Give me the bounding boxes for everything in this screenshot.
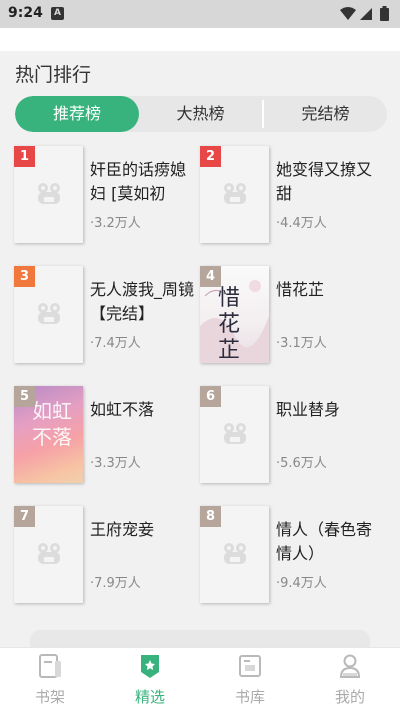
rank-badge: 7 xyxy=(14,506,35,527)
nav-library[interactable]: 书库 xyxy=(200,648,300,711)
rank-badge: 5 xyxy=(14,386,35,407)
nav-featured[interactable]: 精选 xyxy=(100,648,200,711)
rank-badge: 3 xyxy=(14,266,35,287)
nav-label: 书架 xyxy=(34,688,65,706)
book-title: 王府宠妾 xyxy=(90,520,155,539)
profile-icon xyxy=(339,654,361,678)
book-title: 无人渡我_周镜【完结】 xyxy=(90,280,195,323)
status-time: 9:24 xyxy=(8,5,43,21)
book-cover: 1 xyxy=(14,146,83,243)
book-cover-art: 如虹不落 5 xyxy=(14,386,83,483)
nav-label: 我的 xyxy=(334,688,365,706)
book-item-6[interactable]: 6 职业替身 ·5.6万人 xyxy=(200,386,382,486)
section-title: 热门排行 xyxy=(15,64,92,86)
book-cover: 7 xyxy=(14,506,83,603)
status-icons xyxy=(340,6,389,21)
book-readers: ·7.4万人 xyxy=(90,336,141,351)
book-title: 情人（春色寄情人） xyxy=(276,520,373,563)
book-readers: ·7.9万人 xyxy=(90,576,141,591)
book-title: 如虹不落 xyxy=(90,400,155,419)
book-readers: ·9.4万人 xyxy=(276,576,327,591)
book-readers: ·5.6万人 xyxy=(276,456,327,471)
book-item-1[interactable]: 1 奸臣的话痨媳妇 [莫如初 ·3.2万人 xyxy=(14,146,196,246)
book-title: 惜花芷 xyxy=(276,280,325,299)
featured-icon xyxy=(141,655,159,678)
book-readers: ·3.2万人 xyxy=(90,216,141,231)
notification-badge-icon: A xyxy=(51,7,64,20)
book-readers: ·4.4万人 xyxy=(276,216,327,231)
book-cover: 3 xyxy=(14,266,83,363)
top-strip xyxy=(0,28,400,51)
rank-badge: 6 xyxy=(200,386,221,407)
placeholder-frog-icon xyxy=(38,183,60,204)
nav-profile[interactable]: 我的 xyxy=(300,648,400,711)
ranking-tabs: 推荐榜 大热榜 完结榜 xyxy=(15,96,387,132)
nav-label: 书库 xyxy=(234,688,265,706)
book-cover: 8 xyxy=(200,506,269,603)
book-item-8[interactable]: 8 情人（春色寄情人） ·9.4万人 xyxy=(200,506,382,606)
book-cover: 2 xyxy=(200,146,269,243)
placeholder-frog-icon xyxy=(38,543,60,564)
cover-title-art: 如虹不落 xyxy=(32,399,72,449)
placeholder-frog-icon xyxy=(224,543,246,564)
library-icon xyxy=(239,655,261,677)
wifi-icon xyxy=(340,7,356,20)
book-title: 职业替身 xyxy=(276,400,341,419)
book-item-7[interactable]: 7 王府宠妾 ·7.9万人 xyxy=(14,506,196,606)
placeholder-frog-icon xyxy=(224,183,246,204)
placeholder-frog-icon xyxy=(224,423,246,444)
nav-bookshelf[interactable]: 书架 xyxy=(0,648,100,711)
book-item-5[interactable]: 如虹不落 5 如虹不落 ·3.3万人 xyxy=(14,386,196,486)
rank-badge: 2 xyxy=(200,146,221,167)
book-readers: ·3.1万人 xyxy=(276,336,327,351)
tab-hot[interactable]: 大热榜 xyxy=(139,96,262,132)
book-item-2[interactable]: 2 她变得又撩又甜 ·4.4万人 xyxy=(200,146,382,246)
book-title: 奸臣的话痨媳妇 [莫如初 xyxy=(90,160,187,203)
status-bar: 9:24 A xyxy=(0,0,400,28)
battery-icon xyxy=(380,6,389,21)
book-title: 她变得又撩又甜 xyxy=(276,160,373,203)
book-item-3[interactable]: 3 无人渡我_周镜【完结】 ·7.4万人 xyxy=(14,266,196,366)
nav-label: 精选 xyxy=(134,688,165,706)
book-cover-art: 惜花芷 4 xyxy=(200,266,269,363)
book-readers: ·3.3万人 xyxy=(90,456,141,471)
tab-recommended[interactable]: 推荐榜 xyxy=(15,96,139,132)
book-cover: 6 xyxy=(200,386,269,483)
bookshelf-icon xyxy=(39,654,61,678)
bottom-nav: 书架 精选 书库 我的 xyxy=(0,647,400,711)
cover-title-art: 惜花芷 xyxy=(218,286,241,363)
ranking-panel: 热门排行 推荐榜 大热榜 完结榜 1 奸臣的话痨媳妇 [莫如初 ·3.2万人 2… xyxy=(0,51,400,647)
rank-badge: 8 xyxy=(200,506,221,527)
rank-badge: 1 xyxy=(14,146,35,167)
rank-badge: 4 xyxy=(200,266,221,287)
tab-completed[interactable]: 完结榜 xyxy=(264,96,387,132)
signal-icon xyxy=(360,8,372,20)
book-item-4[interactable]: 惜花芷 4 惜花芷 ·3.1万人 xyxy=(200,266,382,366)
placeholder-frog-icon xyxy=(38,303,60,324)
